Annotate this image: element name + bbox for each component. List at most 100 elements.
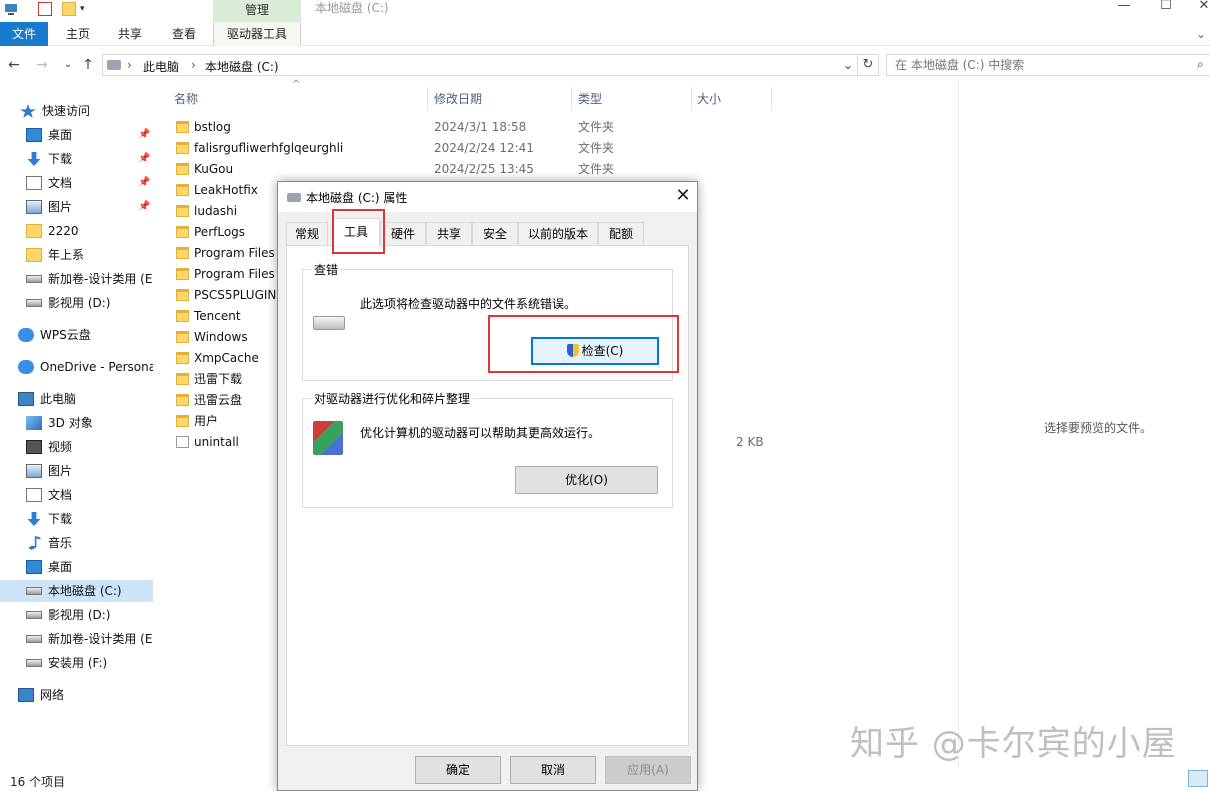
file-name: Program Files xyxy=(194,246,275,260)
sidebar-item[interactable]: 图片 xyxy=(0,460,153,482)
computer-icon[interactable] xyxy=(4,2,18,16)
recent-chevron-icon[interactable]: ⌄ xyxy=(60,56,76,74)
pin-icon[interactable]: 📌 xyxy=(138,148,150,170)
search-box[interactable]: ⌕ xyxy=(886,54,1210,76)
tab-view[interactable]: 查看 xyxy=(162,22,206,46)
sidebar-item[interactable]: 下载 📌 xyxy=(0,148,153,170)
tab-share[interactable]: 共享 xyxy=(108,22,152,46)
forward-arrow-icon[interactable]: → xyxy=(34,56,50,74)
back-arrow-icon[interactable]: ← xyxy=(6,56,22,74)
sidebar-item[interactable]: 下载 xyxy=(0,508,153,530)
tab-quota[interactable]: 配额 xyxy=(598,222,644,245)
folder-icon xyxy=(176,352,189,364)
address-bar[interactable]: › 此电脑 › 本地磁盘 (C:) ⌄ xyxy=(102,54,858,76)
close-icon[interactable]: ✕ xyxy=(672,185,694,207)
folder-icon xyxy=(176,373,189,385)
sidebar-item[interactable]: 文档 📌 xyxy=(0,172,153,194)
pin-icon[interactable]: 📌 xyxy=(138,196,150,218)
sidebar-item[interactable]: 2220 xyxy=(0,220,153,242)
sidebar-item-label: 3D 对象 xyxy=(48,416,93,430)
column-divider[interactable] xyxy=(771,86,772,110)
sidebar-item[interactable]: OneDrive - Persona xyxy=(0,356,153,378)
file-name: Windows xyxy=(194,330,248,344)
folder-icon xyxy=(26,248,42,262)
sidebar-item[interactable]: 桌面 📌 xyxy=(0,124,153,146)
sidebar-item[interactable]: WPS云盘 xyxy=(0,324,153,346)
chevron-down-icon[interactable]: ⌄ xyxy=(1192,22,1210,46)
sidebar-item[interactable]: 视频 xyxy=(0,436,153,458)
sidebar-item[interactable]: 图片 📌 xyxy=(0,196,153,218)
sidebar-item-label: 桌面 xyxy=(48,128,73,142)
sidebar-item[interactable]: 3D 对象 xyxy=(0,412,153,434)
sidebar-item-label: 文档 xyxy=(48,176,73,190)
column-header-type[interactable]: 类型 xyxy=(578,90,602,107)
details-view-icon[interactable] xyxy=(1188,770,1208,787)
sidebar-item[interactable]: 影视用 (D:) xyxy=(0,604,153,626)
tab-previous-versions[interactable]: 以前的版本 xyxy=(518,222,598,245)
tab-drive-tools[interactable]: 驱动器工具 xyxy=(213,22,301,46)
tab-hardware[interactable]: 硬件 xyxy=(380,222,426,245)
file-row[interactable]: falisrgufliwerhfglqeurghli 2024/2/24 12:4… xyxy=(170,138,770,159)
search-input[interactable] xyxy=(895,58,1185,72)
sidebar-item[interactable]: 安装用 (F:) xyxy=(0,652,153,674)
optimize-button[interactable]: 优化(O) xyxy=(515,466,658,494)
sidebar-item[interactable]: 音乐 xyxy=(0,532,153,554)
search-icon[interactable]: ⌕ xyxy=(1197,57,1204,72)
breadcrumb-this-pc[interactable]: 此电脑 xyxy=(143,58,179,75)
file-row[interactable]: bstlog 2024/3/1 18:58 文件夹 xyxy=(170,117,770,138)
sidebar-item[interactable]: 影视用 (D:) xyxy=(0,292,153,314)
close-button[interactable]: ✕ xyxy=(1194,0,1210,14)
column-divider[interactable] xyxy=(691,86,692,110)
minimize-button[interactable]: — xyxy=(1114,0,1134,14)
navigation-bar: ← → ⌄ ↑ › 此电脑 › 本地磁盘 (C:) ⌄ ↻ ⌕ xyxy=(0,52,1210,78)
sidebar-item[interactable]: 新加卷-设计类用 (E xyxy=(0,268,153,290)
sidebar-item[interactable]: 本地磁盘 (C:) xyxy=(0,580,153,602)
breadcrumb-separator: › xyxy=(191,58,196,72)
pin-icon[interactable]: 📌 xyxy=(138,172,150,194)
properties-icon[interactable] xyxy=(38,2,52,16)
tab-home[interactable]: 主页 xyxy=(56,22,100,46)
sidebar-item[interactable]: 文档 xyxy=(0,484,153,506)
file-type: 文件夹 xyxy=(578,141,615,155)
maximize-button[interactable]: ☐ xyxy=(1156,0,1176,14)
file-name: Tencent xyxy=(194,309,241,323)
drive-icon xyxy=(26,275,42,283)
sidebar-item[interactable]: 桌面 xyxy=(0,556,153,578)
file-name: unintall xyxy=(194,435,239,449)
folder-icon xyxy=(176,226,189,238)
chevron-down-icon[interactable]: ⌄ xyxy=(843,58,853,72)
sidebar-item[interactable]: 快速访问 xyxy=(0,100,153,122)
column-divider[interactable] xyxy=(571,86,572,110)
preview-pane-divider[interactable] xyxy=(958,80,959,768)
sidebar-item[interactable]: 此电脑 xyxy=(0,388,153,410)
tab-security[interactable]: 安全 xyxy=(472,222,518,245)
file-name: falisrgufliwerhfglqeurghli xyxy=(194,141,344,155)
tab-general[interactable]: 常规 xyxy=(286,222,328,245)
column-header-size[interactable]: 大小 xyxy=(697,90,721,107)
sidebar-item[interactable]: 网络 xyxy=(0,684,153,706)
tab-file[interactable]: 文件 xyxy=(0,22,48,46)
sidebar-item[interactable]: 年上系 xyxy=(0,244,153,266)
up-arrow-icon[interactable]: ↑ xyxy=(80,56,96,74)
ok-button[interactable]: 确定 xyxy=(415,756,501,784)
column-divider[interactable] xyxy=(427,86,428,110)
manage-context-tab[interactable]: 管理 xyxy=(213,0,301,22)
sidebar-item-label: 文档 xyxy=(48,488,73,502)
refresh-icon[interactable]: ↻ xyxy=(857,54,879,76)
pin-icon[interactable]: 📌 xyxy=(138,124,150,146)
folder-icon xyxy=(176,268,189,280)
sidebar-item[interactable]: 新加卷-设计类用 (E xyxy=(0,628,153,650)
breadcrumb-local-disk[interactable]: 本地磁盘 (C:) xyxy=(205,58,279,75)
dropdown-icon[interactable]: ▾ xyxy=(80,2,94,16)
preview-message: 选择要预览的文件。 xyxy=(1044,421,1153,435)
new-folder-icon[interactable] xyxy=(62,2,76,16)
file-size: 2 KB xyxy=(736,435,764,449)
apply-button[interactable]: 应用(A) xyxy=(605,756,691,784)
file-row[interactable]: KuGou 2024/2/25 13:45 文件夹 xyxy=(170,159,770,180)
file-type: 文件夹 xyxy=(578,120,615,134)
column-header-name[interactable]: 名称 xyxy=(174,90,198,107)
sidebar-item-label: 影视用 (D:) xyxy=(48,296,111,310)
tab-sharing[interactable]: 共享 xyxy=(426,222,472,245)
cancel-button[interactable]: 取消 xyxy=(510,756,596,784)
column-header-date[interactable]: 修改日期 xyxy=(434,90,482,107)
